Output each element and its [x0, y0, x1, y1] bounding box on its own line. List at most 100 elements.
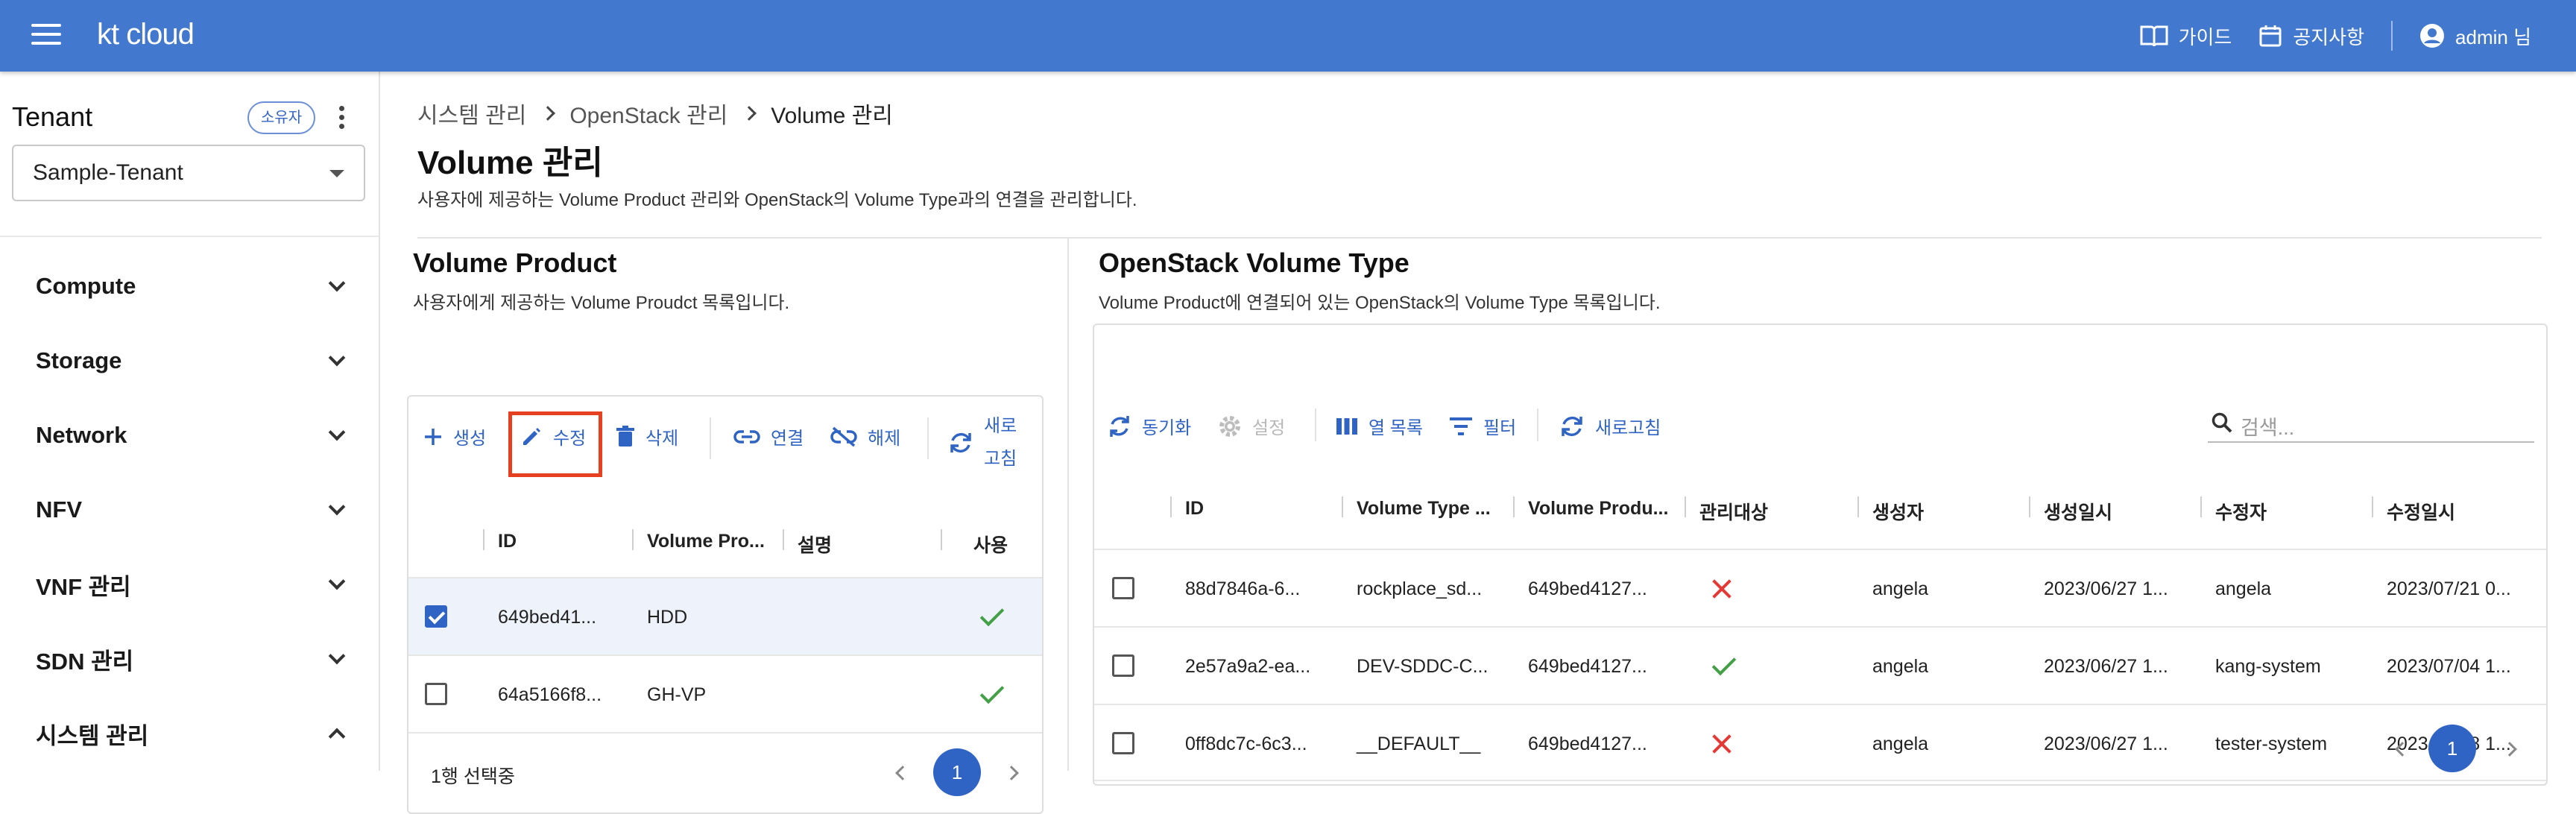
tenant-select-value: Sample-Tenant: [33, 160, 183, 185]
book-icon: [2140, 25, 2168, 47]
cell-product: GH-VP: [647, 684, 707, 705]
app-logo[interactable]: kt cloud: [97, 18, 195, 51]
breadcrumb-item[interactable]: OpenStack 관리: [569, 97, 727, 130]
refresh-label-line1: 새로: [984, 416, 1017, 436]
row-checkbox[interactable]: [1112, 654, 1134, 677]
filter-label: 필터: [1483, 418, 1517, 438]
nav-label: NFV: [36, 496, 82, 523]
column-separator: [1685, 496, 1686, 517]
table-row[interactable]: 0ff8dc7c-6c3... __DEFAULT__ 649bed4127..…: [1094, 704, 2546, 781]
check-icon: [979, 602, 1005, 627]
cell-id: 0ff8dc7c-6c3...: [1185, 733, 1307, 754]
column-separator: [1170, 496, 1172, 517]
volume-type-card: 동기화 설정 열 목록 필터 새로고침 검색... ID Volume Type…: [1093, 324, 2548, 786]
column-header-managed[interactable]: 관리대상: [1699, 498, 1768, 525]
cell-modifier: kang-system: [2215, 656, 2321, 677]
user-menu[interactable]: admin 님: [2419, 22, 2531, 50]
more-vert-icon[interactable]: [334, 106, 349, 133]
filter-button[interactable]: 필터: [1449, 413, 1516, 439]
sync-button[interactable]: 동기화: [1108, 413, 1191, 439]
pencil-icon: [523, 427, 540, 445]
refresh-button[interactable]: 새로 고침: [948, 410, 1017, 476]
nav-label: Storage: [36, 347, 122, 373]
row-checkbox[interactable]: [1112, 732, 1134, 754]
nav-item-compute[interactable]: Compute: [36, 264, 349, 309]
notice-link[interactable]: 공지사항: [2258, 22, 2364, 50]
cell-product: HDD: [647, 607, 688, 628]
menu-icon[interactable]: [31, 24, 61, 48]
settings-button[interactable]: 설정: [1218, 413, 1285, 439]
cell-modifier: tester-system: [2215, 733, 2328, 754]
notice-label: 공지사항: [2293, 25, 2365, 48]
refresh-button[interactable]: 새로고침: [1559, 413, 1661, 439]
column-header-product[interactable]: Volume Produ...: [1528, 498, 1668, 520]
nav-item-system[interactable]: 시스템 관리: [36, 711, 349, 756]
column-header-modifier[interactable]: 수정자: [2215, 498, 2267, 525]
column-header-creator[interactable]: 생성자: [1872, 498, 1924, 525]
column-separator: [941, 529, 942, 550]
columns-button[interactable]: 열 목록: [1336, 413, 1423, 439]
nav-item-vnf[interactable]: VNF 관리: [36, 562, 349, 607]
create-button[interactable]: 생성: [423, 423, 486, 449]
page-number-button[interactable]: 1: [2428, 725, 2476, 772]
table-row[interactable]: 649bed41... HDD: [408, 577, 1042, 654]
close-icon: [1711, 578, 1732, 599]
link-label: 연결: [771, 429, 804, 449]
chevron-down-icon: [328, 274, 346, 292]
owner-badge: 소유자: [247, 101, 316, 134]
cell-product: 649bed4127...: [1528, 656, 1647, 677]
tenant-title: Tenant: [12, 101, 93, 132]
nav-item-sdn[interactable]: SDN 관리: [36, 637, 349, 681]
toolbar-divider: [1315, 408, 1316, 441]
cell-type: DEV-SDDC-C...: [1357, 656, 1489, 677]
link-button[interactable]: 연결: [733, 423, 804, 449]
cell-created: 2023/06/27 1...: [2044, 733, 2168, 754]
breadcrumb-item[interactable]: 시스템 관리: [417, 97, 526, 130]
table-footer: 1행 선택중 1: [408, 732, 1042, 813]
column-header-product[interactable]: Volume Pro...: [647, 531, 765, 552]
cell-modified: 2023/07/21 0...: [2387, 578, 2511, 599]
column-header-desc[interactable]: 설명: [798, 531, 832, 558]
prev-page-icon[interactable]: [895, 766, 910, 780]
table-row[interactable]: 64a5166f8... GH-VP: [408, 654, 1042, 732]
plus-icon: [425, 428, 441, 445]
tenant-select[interactable]: Sample-Tenant: [12, 145, 365, 201]
nav-item-storage[interactable]: Storage: [36, 338, 349, 383]
calendar-icon: [2259, 25, 2282, 47]
unlink-button[interactable]: 해제: [830, 423, 900, 449]
column-header-id[interactable]: ID: [498, 531, 517, 552]
search-input[interactable]: 검색...: [2208, 406, 2534, 443]
page-number-button[interactable]: 1: [933, 748, 981, 796]
edit-button[interactable]: 수정: [520, 423, 586, 449]
nav-label: Network: [36, 422, 127, 448]
row-checkbox[interactable]: [425, 683, 447, 705]
column-header-created[interactable]: 생성일시: [2044, 498, 2112, 525]
main-content: 시스템 관리 OpenStack 관리 Volume 관리 Volume 관리 …: [380, 72, 2576, 814]
selection-count: 1행 선택중: [431, 766, 515, 787]
nav-item-network[interactable]: Network: [36, 413, 349, 458]
column-header-type[interactable]: Volume Type ...: [1357, 498, 1491, 520]
column-header-id[interactable]: ID: [1185, 498, 1204, 520]
delete-label: 삭제: [645, 429, 679, 449]
sync-label: 동기화: [1142, 418, 1192, 438]
refresh-label: 새로고침: [1595, 418, 1661, 438]
cell-id: 64a5166f8...: [498, 684, 602, 705]
nav-item-nfv[interactable]: NFV: [36, 488, 349, 532]
cell-product: 649bed4127...: [1528, 733, 1647, 754]
row-checkbox[interactable]: [425, 605, 447, 628]
column-separator: [783, 529, 784, 550]
table-row[interactable]: 2e57a9a2-ea... DEV-SDDC-C... 649bed4127.…: [1094, 626, 2546, 704]
cell-created: 2023/06/27 1...: [2044, 578, 2168, 599]
delete-button[interactable]: 삭제: [616, 423, 678, 449]
filter-icon: [1450, 417, 1472, 435]
panel-divider: [1067, 239, 1069, 771]
cell-product: 649bed4127...: [1528, 578, 1647, 599]
column-header-use[interactable]: 사용: [973, 531, 1008, 558]
row-checkbox[interactable]: [1112, 577, 1134, 599]
column-header-modified[interactable]: 수정일시: [2387, 498, 2455, 525]
table-row[interactable]: 88d7846a-6... rockplace_sd... 649bed4127…: [1094, 549, 2546, 626]
next-page-icon[interactable]: [1004, 766, 1019, 780]
guide-link[interactable]: 가이드: [2140, 22, 2232, 50]
chevron-right-icon: [742, 106, 757, 121]
search-icon: [2212, 412, 2232, 433]
